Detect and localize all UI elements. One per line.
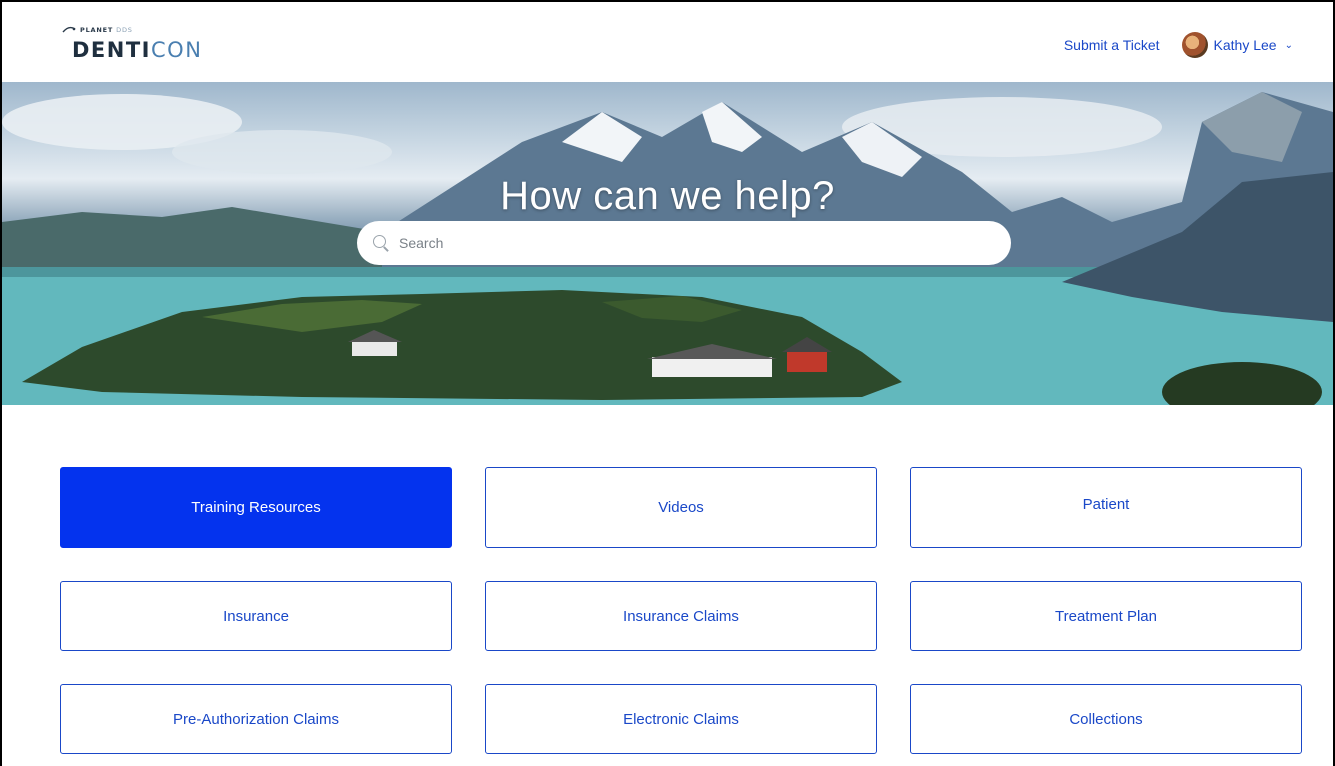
planet-swoosh-icon (62, 26, 76, 33)
page-frame: PLANET DDS DENTICON Submit a Ticket Kath… (0, 0, 1335, 766)
hero-title: How can we help? (500, 174, 835, 218)
tile-insurance[interactable]: Insurance (60, 581, 452, 651)
logo-brand-small: PLANET (80, 26, 114, 34)
logo-brand-main-accent: CON (151, 38, 203, 62)
user-menu[interactable]: Kathy Lee ⌄ (1181, 32, 1293, 58)
logo-brand-small-suffix: DDS (116, 26, 133, 34)
logo-brand-main: DENTI (72, 38, 151, 62)
search-bar[interactable] (357, 221, 1011, 265)
search-icon (373, 235, 389, 251)
planet-dds-mark: PLANET DDS (62, 26, 133, 34)
submit-ticket-link[interactable]: Submit a Ticket (1064, 37, 1160, 53)
tile-videos[interactable]: Videos (485, 467, 877, 548)
top-header: PLANET DDS DENTICON Submit a Ticket Kath… (2, 2, 1333, 82)
denticon-logo[interactable]: PLANET DDS DENTICON (60, 25, 220, 65)
search-input[interactable] (399, 235, 959, 251)
tile-insurance-claims[interactable]: Insurance Claims (485, 581, 877, 651)
tile-pre-authorization-claims[interactable]: Pre-Authorization Claims (60, 684, 452, 754)
tile-treatment-plan[interactable]: Treatment Plan (910, 581, 1302, 651)
chevron-down-icon: ⌄ (1284, 39, 1293, 51)
tile-electronic-claims[interactable]: Electronic Claims (485, 684, 877, 754)
hero-banner: How can we help? (2, 82, 1333, 405)
user-name: Kathy Lee (1213, 37, 1277, 53)
tile-collections[interactable]: Collections (910, 684, 1302, 754)
tile-patient[interactable]: Patient (910, 467, 1302, 548)
tile-training-resources[interactable]: Training Resources (60, 467, 452, 548)
header-actions: Submit a Ticket Kathy Lee ⌄ (1064, 32, 1293, 58)
avatar (1181, 32, 1208, 58)
